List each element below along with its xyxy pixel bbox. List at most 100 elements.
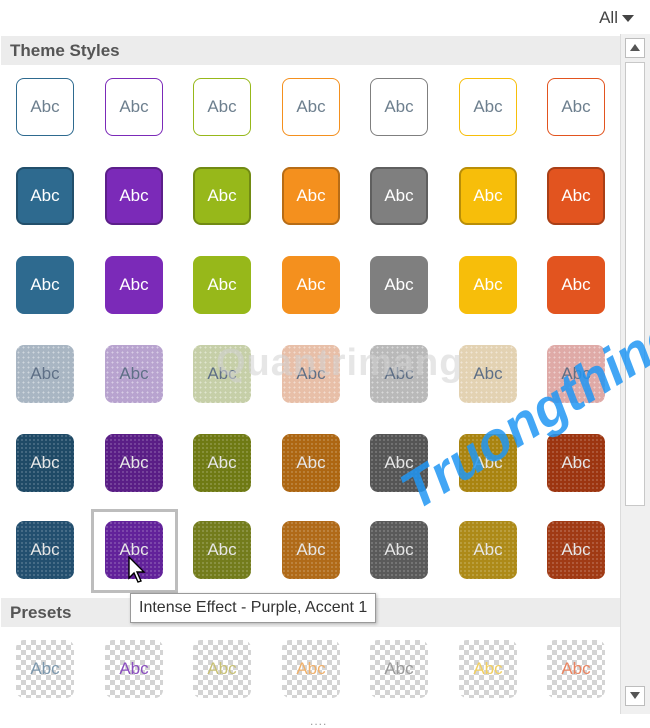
theme-styles-title: Theme Styles	[10, 41, 120, 60]
swatch-label: Abc	[473, 364, 503, 383]
swatch-label: Abc	[473, 97, 503, 116]
style-swatch-r5-c4[interactable]: Abc	[282, 434, 340, 492]
style-swatch-r1-c3[interactable]: Abc	[193, 78, 251, 136]
swatch-label: Abc	[30, 540, 60, 559]
style-swatch-r1-c5[interactable]: Abc	[370, 78, 428, 136]
style-swatch-r2-c1[interactable]: Abc	[16, 167, 74, 225]
style-swatch-r3-c1[interactable]: Abc	[16, 256, 74, 314]
swatch-label: Abc	[207, 275, 237, 294]
swatch-label: Abc	[296, 275, 326, 294]
arrow-down-icon	[630, 692, 640, 699]
style-swatch-r2-c6[interactable]: Abc	[459, 167, 517, 225]
style-swatch-r2-c7[interactable]: Abc	[547, 167, 605, 225]
style-swatch-r3-c6[interactable]: Abc	[459, 256, 517, 314]
swatch-label: Abc	[473, 186, 503, 205]
preset-swatch-label: Abc	[473, 659, 503, 678]
swatch-label: Abc	[119, 186, 149, 205]
style-swatch-r6-c5[interactable]: Abc	[370, 521, 428, 579]
swatch-label: Abc	[119, 364, 149, 383]
style-swatch-r2-c5[interactable]: Abc	[370, 167, 428, 225]
style-swatch-r5-c2[interactable]: Abc	[105, 434, 163, 492]
style-swatch-r6-c3[interactable]: Abc	[193, 521, 251, 579]
style-swatch-r1-c2[interactable]: Abc	[105, 78, 163, 136]
preset-swatch-label: Abc	[384, 659, 414, 678]
style-swatch-r5-c1[interactable]: Abc	[16, 434, 74, 492]
style-swatch-r6-c7[interactable]: Abc	[547, 521, 605, 579]
watermark-truongthinop: Truongthinop	[390, 285, 650, 522]
preset-swatch-label: Abc	[119, 659, 149, 678]
swatch-label: Abc	[30, 97, 60, 116]
swatch-label: Abc	[296, 453, 326, 472]
swatch-label: Abc	[207, 453, 237, 472]
arrow-up-icon	[630, 44, 640, 51]
preset-swatch-5[interactable]: Abc	[370, 640, 428, 698]
filter-label: All	[599, 8, 618, 27]
swatch-label: Abc	[119, 453, 149, 472]
style-swatch-r3-c3[interactable]: Abc	[193, 256, 251, 314]
preset-swatch-2[interactable]: Abc	[105, 640, 163, 698]
preset-swatch-1[interactable]: Abc	[16, 640, 74, 698]
swatch-label: Abc	[561, 453, 591, 472]
swatch-label: Abc	[561, 186, 591, 205]
style-swatch-r2-c2[interactable]: Abc	[105, 167, 163, 225]
swatch-label: Abc	[30, 186, 60, 205]
filter-dropdown[interactable]: All	[599, 8, 634, 28]
watermark-quantrimang: Quantrimang	[216, 342, 464, 384]
style-swatch-r3-c7[interactable]: Abc	[547, 256, 605, 314]
mouse-pointer-icon	[128, 556, 146, 583]
swatch-label: Abc	[296, 540, 326, 559]
swatch-label: Abc	[296, 186, 326, 205]
scroll-down-button[interactable]	[625, 686, 645, 706]
style-swatch-r1-c1[interactable]: Abc	[16, 78, 74, 136]
swatch-label: Abc	[207, 540, 237, 559]
style-tooltip: Intense Effect - Purple, Accent 1	[130, 593, 377, 623]
style-swatch-r1-c7[interactable]: Abc	[547, 78, 605, 136]
style-swatch-r2-c3[interactable]: Abc	[193, 167, 251, 225]
style-swatch-r3-c2[interactable]: Abc	[105, 256, 163, 314]
swatch-label: Abc	[384, 97, 414, 116]
presets-title: Presets	[10, 603, 72, 622]
swatch-label: Abc	[30, 364, 60, 383]
swatch-label: Abc	[207, 97, 237, 116]
style-swatch-r1-c4[interactable]: Abc	[282, 78, 340, 136]
style-swatch-r5-c3[interactable]: Abc	[193, 434, 251, 492]
preset-swatch-label: Abc	[207, 659, 237, 678]
swatch-label: Abc	[119, 97, 149, 116]
preset-swatch-6[interactable]: Abc	[459, 640, 517, 698]
swatch-label: Abc	[561, 97, 591, 116]
swatch-label: Abc	[561, 540, 591, 559]
gallery-topbar: All	[0, 0, 650, 34]
swatch-label: Abc	[384, 275, 414, 294]
swatch-label: Abc	[384, 186, 414, 205]
chevron-down-icon	[622, 14, 634, 22]
preset-swatch-3[interactable]: Abc	[193, 640, 251, 698]
style-swatch-r2-c4[interactable]: Abc	[282, 167, 340, 225]
preset-swatch-7[interactable]: Abc	[547, 640, 605, 698]
style-swatch-r6-c4[interactable]: Abc	[282, 521, 340, 579]
style-swatch-r4-c6[interactable]: Abc	[459, 345, 517, 403]
style-swatch-r4-c1[interactable]: Abc	[16, 345, 74, 403]
style-swatch-r3-c4[interactable]: Abc	[282, 256, 340, 314]
swatch-label: Abc	[296, 97, 326, 116]
preset-swatch-label: Abc	[561, 659, 591, 678]
preset-swatch-4[interactable]: Abc	[282, 640, 340, 698]
swatch-label: Abc	[473, 540, 503, 559]
preset-swatch-label: Abc	[296, 659, 326, 678]
style-swatch-r6-c1[interactable]: Abc	[16, 521, 74, 579]
swatch-label: Abc	[207, 186, 237, 205]
style-swatch-r5-c7[interactable]: Abc	[547, 434, 605, 492]
style-swatch-r4-c2[interactable]: Abc	[105, 345, 163, 403]
swatch-label: Abc	[119, 275, 149, 294]
swatch-label: Abc	[30, 453, 60, 472]
swatch-label: Abc	[30, 275, 60, 294]
swatch-label: Abc	[561, 275, 591, 294]
scroll-up-button[interactable]	[625, 38, 645, 58]
preset-swatch-label: Abc	[30, 659, 60, 678]
style-swatch-r3-c5[interactable]: Abc	[370, 256, 428, 314]
style-swatch-r6-c6[interactable]: Abc	[459, 521, 517, 579]
scroll-thumb[interactable]	[625, 62, 645, 506]
section-header-theme-styles: Theme Styles	[1, 36, 620, 65]
swatch-label: Abc	[473, 275, 503, 294]
style-swatch-r1-c6[interactable]: Abc	[459, 78, 517, 136]
swatch-label: Abc	[384, 540, 414, 559]
